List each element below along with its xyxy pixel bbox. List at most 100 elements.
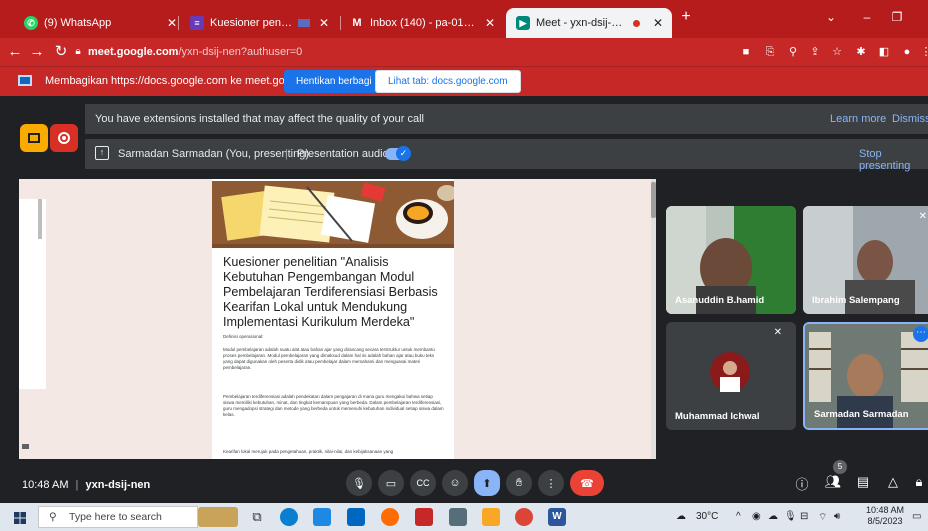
share-page-icon[interactable]: ⇪ xyxy=(807,44,823,60)
chat-icon[interactable]: ▤ xyxy=(854,474,872,490)
network-icon[interactable]: ⊟ xyxy=(800,511,808,522)
windows-start-icon[interactable] xyxy=(14,511,26,524)
participant-tile[interactable]: ✕ Ibrahim Salempang xyxy=(803,206,928,314)
participant-name: Sarmadan Sarmadan xyxy=(814,409,909,420)
cast-icon[interactable]: ⎘ xyxy=(762,44,778,60)
tab-sharing-bar: Membagikan https://docs.google.com ke me… xyxy=(0,66,928,96)
minimize-button[interactable]: – xyxy=(858,10,876,24)
more-options-icon[interactable]: ⋯ xyxy=(913,326,928,342)
file-app-icon[interactable] xyxy=(449,508,467,526)
form-paragraph-1: Modul pembelajaran adalah suatu alat ata… xyxy=(223,347,435,371)
tab-meet[interactable]: ▶ Meet - yxn-dsij-nen ✕ xyxy=(506,8,672,38)
form-header-rule xyxy=(212,244,454,248)
participant-tile[interactable]: Asanuddin B.hamid xyxy=(666,206,796,314)
presenter-separator: | xyxy=(285,148,288,160)
tray-mic-icon[interactable]: 🎙︎ xyxy=(784,511,797,522)
more-options-kebab-icon[interactable]: ⋮ xyxy=(538,470,564,496)
participant-tile-self[interactable]: ⋯ Sarmadan Sarmadan xyxy=(803,322,928,430)
activities-icon[interactable]: △ xyxy=(884,474,902,490)
new-tab-button[interactable]: + xyxy=(677,8,695,26)
tab-gmail[interactable]: M Inbox (140) - pa-01-0626@instr ✕ xyxy=(340,8,504,38)
captions-icon[interactable]: CC xyxy=(410,470,436,496)
screen-share-icon xyxy=(18,75,32,86)
tray-chevron-icon[interactable]: ^ xyxy=(736,511,741,522)
camera-icon[interactable]: ▭ xyxy=(378,470,404,496)
mail-icon[interactable] xyxy=(347,508,365,526)
bookmark-star-icon[interactable]: ☆ xyxy=(829,44,845,60)
people-icon[interactable]: 👥︎ xyxy=(824,474,842,490)
zoom-icon[interactable]: ⚲ xyxy=(785,44,801,60)
gmail-icon: M xyxy=(352,17,362,29)
firefox-icon[interactable] xyxy=(381,508,399,526)
tab-title: Meet - yxn-dsij-nen xyxy=(536,17,627,29)
host-controls-icon[interactable]: 🔒︎ xyxy=(910,474,928,490)
meeting-details-icon[interactable]: ⓘ xyxy=(793,474,811,493)
tab-search-chevron-icon[interactable]: ⌄ xyxy=(822,10,840,24)
present-to-all-icon: ↑ xyxy=(95,146,109,160)
form-header-image xyxy=(212,181,454,244)
raise-hand-icon[interactable]: ✋︎ xyxy=(506,470,532,496)
onedrive-icon[interactable]: ☁ xyxy=(768,511,778,522)
stop-sharing-button[interactable]: Hentikan berbagi xyxy=(284,70,384,93)
system-clock[interactable]: 10:48 AM 8/5/2023 xyxy=(866,505,904,527)
store-icon[interactable] xyxy=(313,508,331,526)
microphone-icon[interactable]: 🎙︎ xyxy=(346,470,372,496)
close-tab-icon[interactable]: ✕ xyxy=(650,16,666,30)
sidebar-icon[interactable]: ◧ xyxy=(876,44,892,60)
learn-more-link[interactable]: Learn more xyxy=(830,113,886,125)
meeting-separator: | xyxy=(75,479,79,491)
presentation-audio-label: Presentation audio xyxy=(297,148,389,160)
volume-icon[interactable]: 🔊︎ xyxy=(834,511,840,522)
meeting-info: 10:48 AM | yxn-dsij-nen xyxy=(22,479,150,491)
camera-in-use-icon[interactable]: ■ xyxy=(738,44,754,60)
side-scrollbar[interactable] xyxy=(38,199,42,239)
leave-call-button[interactable]: ☎︎ xyxy=(570,470,604,496)
wifi-icon[interactable]: ⌔ xyxy=(818,511,827,524)
profile-icon[interactable]: ● xyxy=(899,44,915,60)
temperature[interactable]: 30°C xyxy=(696,511,718,522)
restore-button[interactable]: ❐ xyxy=(888,10,906,24)
menu-kebab-icon[interactable]: ⋮ xyxy=(918,44,928,60)
chrome-icon[interactable] xyxy=(515,508,533,526)
check-icon: ✓ xyxy=(396,146,411,161)
file-explorer-icon[interactable] xyxy=(482,508,500,526)
participant-name: Muhammad Ichwal xyxy=(675,411,760,422)
task-view-icon[interactable]: ⧉ xyxy=(248,508,266,526)
record-icon[interactable] xyxy=(50,124,78,152)
word-icon[interactable]: W xyxy=(548,508,566,526)
edge-icon[interactable] xyxy=(280,508,298,526)
participant-avatar xyxy=(710,352,750,392)
tab-kuesioner[interactable]: ≡ Kuesioner penelitian "Analis ✕ xyxy=(180,8,338,38)
forward-icon[interactable]: → xyxy=(28,43,46,61)
tab-whatsapp[interactable]: ✆ (9) WhatsApp ✕ xyxy=(14,8,186,38)
presenting-bar: ↑ Sarmadan Sarmadan (You, presenting) | … xyxy=(85,139,928,172)
lock-icon[interactable]: 🔒︎ xyxy=(69,43,87,61)
doc-scrollbar[interactable] xyxy=(651,179,656,459)
back-icon[interactable]: ← xyxy=(6,43,24,61)
reload-icon[interactable]: ↻ xyxy=(52,43,70,61)
red-app-icon[interactable] xyxy=(415,508,433,526)
tray-app-icon[interactable]: ◉ xyxy=(752,511,761,522)
browser-tab-strip: ✆ (9) WhatsApp ✕ ≡ Kuesioner penelitian … xyxy=(0,0,928,38)
dismiss-link[interactable]: Dismiss xyxy=(892,113,928,125)
presentation-audio-toggle[interactable]: ✓ xyxy=(385,146,411,161)
present-screen-icon[interactable]: ⬆ xyxy=(474,470,500,496)
tab-title: Inbox (140) - pa-01-0626@instr xyxy=(370,17,476,29)
weather-icon[interactable]: ☁ xyxy=(676,511,686,522)
view-tab-button[interactable]: Lihat tab: docs.google.com xyxy=(375,70,521,93)
meeting-code: yxn-dsij-nen xyxy=(85,479,151,491)
close-tab-icon[interactable]: ✕ xyxy=(482,16,498,30)
taskbar-search-input[interactable]: ⚲ Type here to search xyxy=(38,506,198,528)
meeting-time: 10:48 AM xyxy=(22,479,69,491)
notifications-icon[interactable]: ▭ xyxy=(912,511,921,522)
participant-tile[interactable]: ✕ Muhammad Ichwal xyxy=(666,322,796,430)
present-window-icon[interactable] xyxy=(20,124,48,152)
extensions-puzzle-icon[interactable]: ✱ xyxy=(853,44,869,60)
close-tab-icon[interactable]: ✕ xyxy=(316,16,332,30)
google-forms-icon: ≡ xyxy=(190,16,204,30)
emoji-icon[interactable]: ☺ xyxy=(442,470,468,496)
stop-presenting-link[interactable]: Stop presenting xyxy=(859,148,928,172)
address-bar[interactable]: meet.google.com/yxn-dsij-nen?authuser=0 xyxy=(88,43,302,61)
windows-taskbar: ⚲ Type here to search ⧉ W ☁ 30°C ^ ◉ ☁ 🎙… xyxy=(0,503,928,531)
clock-time: 10:48 AM xyxy=(866,505,905,515)
